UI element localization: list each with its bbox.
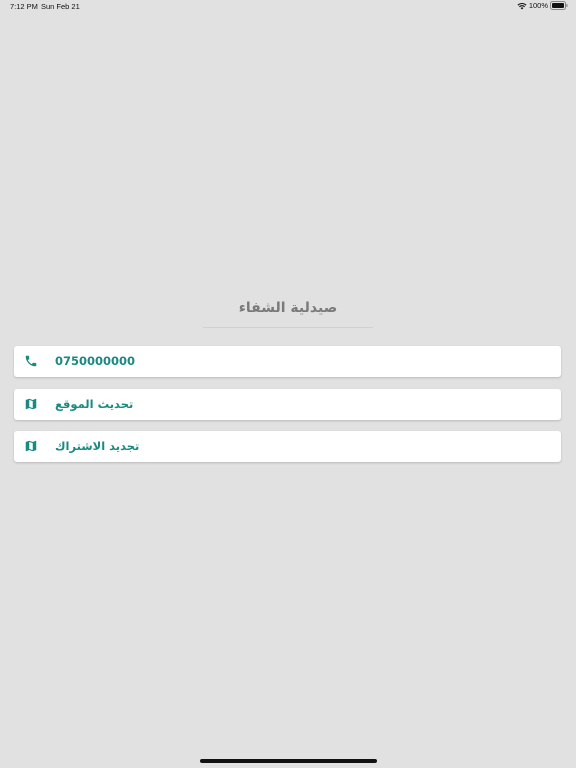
battery-percent: 100%: [528, 1, 548, 10]
map-icon: [24, 439, 38, 453]
phone-number-label: 0750000000: [55, 354, 136, 368]
renew-subscription-button[interactable]: تجديد الاشتراك: [14, 431, 561, 462]
map-icon: [24, 397, 38, 411]
status-indicators: 100%: [517, 1, 568, 10]
update-location-button[interactable]: تحديث الموقع: [14, 389, 561, 420]
phone-button[interactable]: 0750000000: [14, 346, 561, 377]
update-location-label: تحديث الموقع: [55, 397, 134, 411]
renew-subscription-label: تجديد الاشتراك: [55, 439, 140, 453]
status-bar: 7:12 PM Sun Feb 21 100%: [0, 0, 576, 14]
title-divider: [203, 327, 373, 328]
home-indicator[interactable]: [200, 759, 377, 763]
status-time: 7:12 PM: [10, 2, 38, 11]
wifi-icon: [517, 2, 527, 10]
phone-icon: [24, 354, 38, 368]
battery-icon: [550, 1, 568, 10]
status-date: Sun Feb 21: [41, 2, 80, 11]
page-title: صيدلية الشفاء: [238, 300, 338, 316]
